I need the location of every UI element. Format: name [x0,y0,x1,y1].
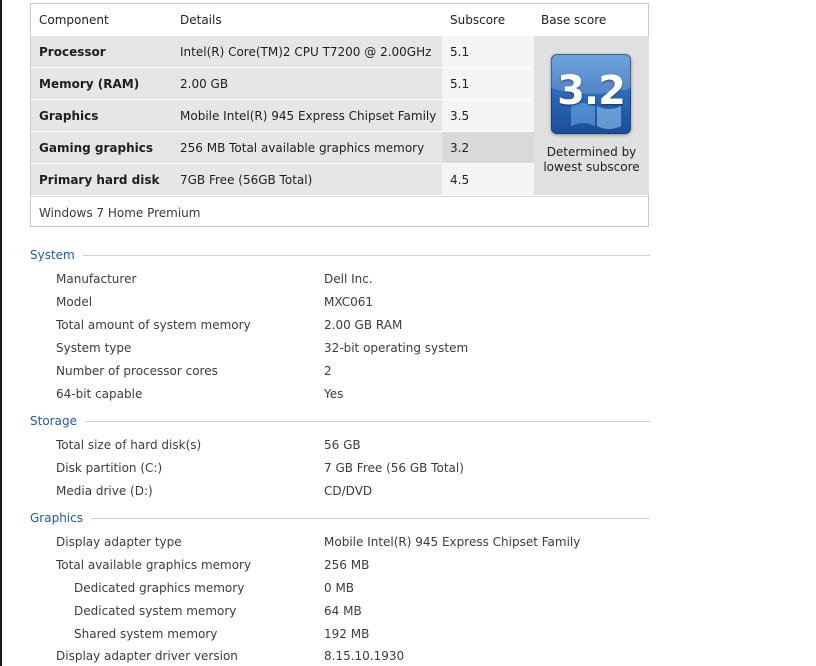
component-details: 7GB Free (56GB Total) [172,164,442,195]
property-label: System type [56,341,132,355]
score-row-gaming-graphics: Gaming graphics 256 MB Total available g… [31,132,534,164]
component-name: Graphics [31,100,172,131]
property-row: Disk partition (C:) 7 GB Free (56 GB Tot… [0,458,816,478]
score-row-memory: Memory (RAM) 2.00 GB 5.1 [31,68,534,100]
property-row: 64-bit capable Yes [0,384,816,404]
section-divider [30,421,650,422]
component-name: Primary hard disk [31,164,172,195]
section-title-graphics: Graphics [30,509,91,527]
header-base-score[interactable]: Base score [534,4,649,35]
property-value: 192 MB [324,627,370,641]
property-value: CD/DVD [324,484,373,498]
property-value: MXC061 [324,295,373,309]
component-subscore: 5.1 [442,36,534,67]
component-subscore: 3.5 [442,100,534,131]
property-label: Model [56,295,93,309]
windows-experience-index-badge-icon: 3.2 [551,54,631,134]
property-row: Shared system memory 192 MB [0,624,816,644]
property-value: 8.15.10.1930 [324,649,405,663]
base-score-panel: 3.2 Determined by lowest subscore [534,36,649,195]
property-label: Display adapter driver version [56,649,238,663]
component-subscore: 4.5 [442,164,534,195]
property-label: Display adapter type [56,535,182,549]
property-label: Dedicated graphics memory [74,581,245,595]
component-name: Gaming graphics [31,132,172,163]
property-label: Dedicated system memory [74,604,237,618]
property-row: Total amount of system memory 2.00 GB RA… [0,315,816,335]
section-divider [30,518,650,519]
property-value: Mobile Intel(R) 945 Express Chipset Fami… [324,535,581,549]
section-divider [30,255,650,256]
base-score-value: 3.2 [557,68,626,114]
property-value: 2 [324,364,332,378]
component-name: Memory (RAM) [31,68,172,99]
section-graphics-header: Graphics [30,509,650,527]
property-row: Display adapter type Mobile Intel(R) 945… [0,532,816,552]
property-label: Media drive (D:) [56,484,153,498]
base-score-note: Determined by lowest subscore [534,145,649,175]
property-value: Yes [324,387,344,401]
component-subscore: 5.1 [442,68,534,99]
property-row: Media drive (D:) CD/DVD [0,481,816,501]
score-row-processor: Processor Intel(R) Core(TM)2 CPU T7200 @… [31,36,534,68]
header-component[interactable]: Component [31,4,172,35]
property-label: 64-bit capable [56,387,143,401]
property-row: Manufacturer Dell Inc. [0,269,816,289]
base-note-line2: lowest subscore [543,160,640,174]
score-row-primary-hard-disk: Primary hard disk 7GB Free (56GB Total) … [31,164,534,196]
property-row: Total size of hard disk(s) 56 GB [0,435,816,455]
header-details[interactable]: Details [172,4,442,35]
property-row: Number of processor cores 2 [0,361,816,381]
property-row: Display adapter driver version 8.15.10.1… [0,646,816,666]
property-value: 64 MB [324,604,362,618]
component-subscore-lowest: 3.2 [442,132,534,163]
component-details: 2.00 GB [172,68,442,99]
score-table: Component Details Subscore Base score Pr… [30,3,649,227]
property-value: Dell Inc. [324,272,373,286]
property-label: Shared system memory [74,627,218,641]
component-details: Intel(R) Core(TM)2 CPU T7200 @ 2.00GHz [172,36,442,67]
property-value: 7 GB Free (56 GB Total) [324,461,464,475]
property-value: 256 MB [324,558,370,572]
property-row: System type 32-bit operating system [0,338,816,358]
score-row-graphics: Graphics Mobile Intel(R) 945 Express Chi… [31,100,534,132]
score-table-header: Component Details Subscore [31,4,534,36]
property-value: 56 GB [324,438,361,452]
property-label: Disk partition (C:) [56,461,163,475]
property-label: Total amount of system memory [56,318,251,332]
property-value: 2.00 GB RAM [324,318,403,332]
property-row: Total available graphics memory 256 MB [0,555,816,575]
base-note-line1: Determined by [546,145,637,159]
header-subscore[interactable]: Subscore [442,4,534,35]
section-title-system: System [30,246,83,264]
property-label: Manufacturer [56,272,137,286]
property-row: Dedicated graphics memory 0 MB [0,578,816,598]
component-details: Mobile Intel(R) 945 Express Chipset Fami… [172,100,442,131]
performance-details-page: Component Details Subscore Base score Pr… [0,0,816,666]
component-name: Processor [31,36,172,67]
property-value: 0 MB [324,581,355,595]
component-details: 256 MB Total available graphics memory [172,132,442,163]
section-system-header: System [30,246,650,264]
windows-edition: Windows 7 Home Premium [31,196,648,227]
section-storage-header: Storage [30,412,650,430]
property-label: Number of processor cores [56,364,218,378]
property-row: Model MXC061 [0,292,816,312]
property-label: Total size of hard disk(s) [56,438,202,452]
property-row: Dedicated system memory 64 MB [0,601,816,621]
section-title-storage: Storage [30,412,85,430]
property-value: 32-bit operating system [324,341,469,355]
property-label: Total available graphics memory [56,558,252,572]
